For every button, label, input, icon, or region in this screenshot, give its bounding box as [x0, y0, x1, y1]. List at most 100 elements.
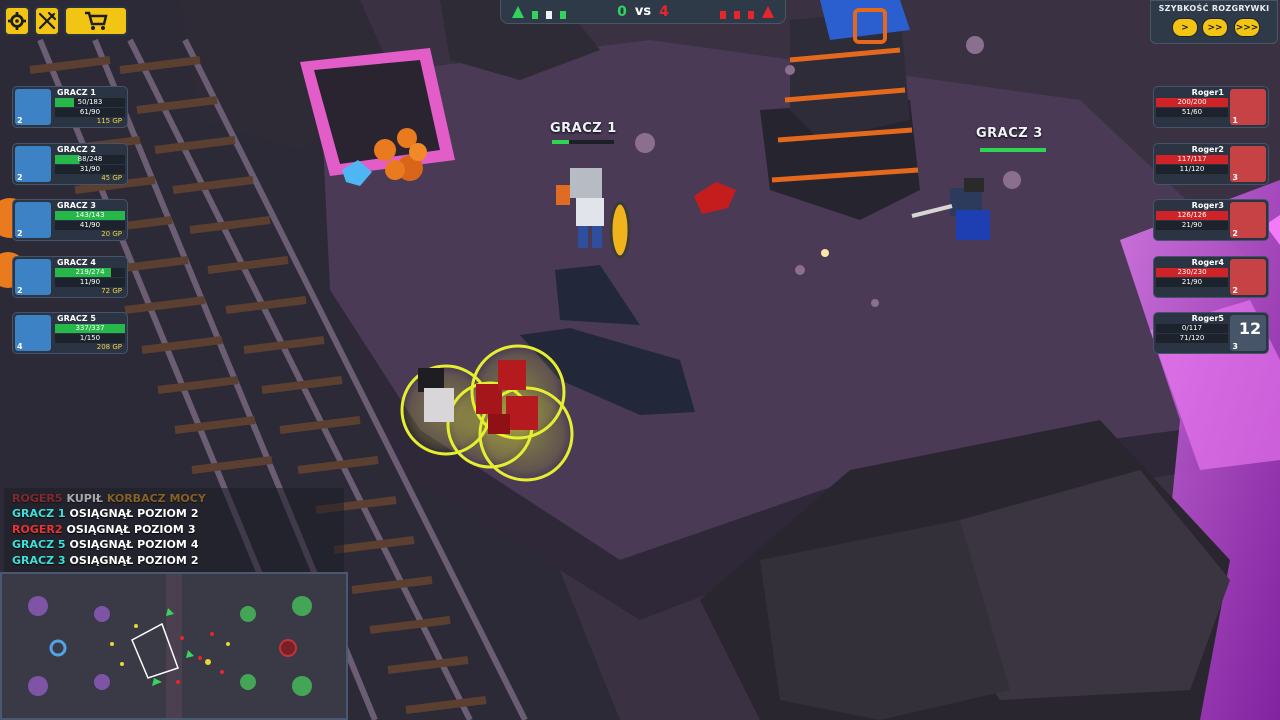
enemy-name: Roger3 [1191, 201, 1224, 210]
gold-amount: 208 GP [96, 343, 122, 351]
enemy-card-roger4[interactable]: 2 Roger4 230/230 21/90 [1153, 256, 1269, 298]
level-badge: 2 [17, 229, 23, 238]
enemy-card-roger2[interactable]: 3 Roger2 117/117 11/120 [1153, 143, 1269, 185]
health-bar: 337/337 [55, 324, 125, 333]
health-bar: 50/183 [55, 98, 125, 107]
minimap[interactable] [0, 572, 348, 720]
enemy-name: Roger4 [1191, 258, 1224, 267]
green-unit-icon [546, 10, 552, 19]
respawn-timer: 12 [1238, 319, 1262, 338]
gold-amount: 45 GP [101, 174, 122, 182]
mana-bar: 21/90 [1156, 278, 1228, 287]
log-level: 2 [190, 507, 199, 520]
red-unit-icon [720, 10, 726, 19]
crossed-swords-icon [38, 11, 57, 30]
mana-bar: 11/90 [55, 278, 125, 287]
player-card-gracz-1[interactable]: 2 GRACZ 1 50/183 61/90 115 GP [12, 86, 128, 128]
player-card-gracz-5[interactable]: 4 GRACZ 5 337/337 1/150 208 GP [12, 312, 128, 354]
level-badge: 4 [17, 342, 23, 351]
mana-bar: 1/150 [55, 334, 125, 343]
level-badge: 2 [1232, 286, 1238, 295]
speed-normal-button[interactable]: > [1172, 18, 1198, 37]
mana-bar: 21/90 [1156, 221, 1228, 230]
level-badge: 2 [17, 286, 23, 295]
level-badge: 3 [1232, 342, 1238, 351]
health-bar: 143/143 [55, 211, 125, 220]
health-bar: 0/117 [1156, 324, 1228, 333]
enemy-name: Roger1 [1191, 88, 1224, 97]
red-tower-icon [762, 5, 774, 18]
speed-fastest-button[interactable]: >>> [1234, 18, 1260, 37]
gold-amount: 115 GP [96, 117, 122, 125]
log-line: GRACZ 3 OSIĄGNĄŁ POZIOM 2 [12, 554, 199, 567]
log-item: KORBACZ MOCY [106, 492, 206, 505]
green-team-score: 0 [617, 3, 627, 20]
gracz-3-world-health-fill [980, 148, 1046, 152]
health-bar: 200/200 [1156, 98, 1228, 107]
level-badge: 2 [17, 173, 23, 182]
settings-button[interactable] [4, 6, 30, 36]
player-name: GRACZ 3 [57, 201, 96, 210]
enemy-card-roger5[interactable]: 12 3 Roger5 0/117 71/120 [1153, 312, 1269, 354]
level-badge: 1 [1232, 116, 1238, 125]
green-unit-icon [532, 10, 538, 19]
log-actor: ROGER2 [12, 523, 63, 536]
log-level: 3 [187, 523, 196, 536]
log-actor: GRACZ 1 [12, 507, 66, 520]
scoreboard: 0 vs 4 [500, 0, 786, 24]
vs-label: vs [634, 4, 652, 19]
gold-amount: 20 GP [101, 230, 122, 238]
red-unit-icon [734, 10, 740, 19]
mana-bar: 51/60 [1156, 108, 1228, 117]
health-bar: 88/248 [55, 155, 125, 164]
player-name: GRACZ 2 [57, 145, 96, 154]
log-actor: ROGER5 [12, 492, 63, 505]
log-level: 4 [190, 538, 199, 551]
log-text: OSIĄGNĄŁ POZIOM [69, 507, 187, 520]
skills-button[interactable] [34, 6, 60, 36]
green-team-icons [511, 5, 567, 19]
log-line: GRACZ 1 OSIĄGNĄŁ POZIOM 2 [12, 507, 199, 520]
log-line: ROGER5 KUPIŁ KORBACZ MOCY [12, 492, 206, 505]
player-name: GRACZ 4 [57, 258, 96, 267]
log-text: OSIĄGNĄŁ POZIOM [69, 554, 187, 567]
green-tower-icon [512, 5, 524, 18]
log-level: 2 [190, 554, 199, 567]
player-card-gracz-3[interactable]: 2 GRACZ 3 143/143 41/90 20 GP [12, 199, 128, 241]
event-log: ROGER5 KUPIŁ KORBACZ MOCY GRACZ 1 OSIĄGNĄŁ… [4, 488, 344, 572]
gracz-1-world-health-fill [552, 140, 569, 144]
player-card-gracz-2[interactable]: 2 GRACZ 2 88/248 31/90 45 GP [12, 143, 128, 185]
level-badge: 2 [17, 116, 23, 125]
mana-bar: 61/90 [55, 108, 125, 117]
enemy-name: Roger5 [1191, 314, 1224, 323]
gracz-1-world-label: GRACZ 1 [550, 121, 617, 136]
mana-bar: 71/120 [1156, 334, 1228, 343]
red-unit-icon [748, 10, 754, 19]
mana-bar: 41/90 [55, 221, 125, 230]
log-text: KUPIŁ [66, 492, 103, 505]
red-team-icons [719, 5, 775, 19]
enemy-card-roger1[interactable]: 1 Roger1 200/200 51/60 [1153, 86, 1269, 128]
red-team-score: 4 [659, 3, 669, 20]
gracz-3-world-label: GRACZ 3 [976, 126, 1043, 141]
player-card-gracz-4[interactable]: 2 GRACZ 4 219/274 11/90 72 GP [12, 256, 128, 298]
speed-fast-button[interactable]: >> [1202, 18, 1228, 37]
game-speed-title: SZYBKOŚĆ ROZGRYWKI [1158, 4, 1270, 13]
player-name: GRACZ 1 [57, 88, 96, 97]
green-unit-icon [560, 10, 566, 19]
mana-bar: 11/120 [1156, 165, 1228, 174]
enemy-card-roger3[interactable]: 2 Roger3 126/126 21/90 [1153, 199, 1269, 241]
log-text: OSIĄGNĄŁ POZIOM [69, 538, 187, 551]
minimap-drawing [2, 574, 346, 718]
shop-button[interactable] [64, 6, 128, 36]
log-actor: GRACZ 3 [12, 554, 66, 567]
enemy-name: Roger2 [1191, 145, 1224, 154]
gold-amount: 72 GP [101, 287, 122, 295]
log-text: OSIĄGNĄŁ POZIOM [66, 523, 184, 536]
health-bar: 219/274 [55, 268, 125, 277]
mana-bar: 31/90 [55, 165, 125, 174]
gracz-3-world-health [980, 148, 1046, 152]
health-bar: 230/230 [1156, 268, 1228, 277]
game-speed-panel: SZYBKOŚĆ ROZGRYWKI > >> >>> [1150, 0, 1278, 44]
health-bar: 117/117 [1156, 155, 1228, 164]
